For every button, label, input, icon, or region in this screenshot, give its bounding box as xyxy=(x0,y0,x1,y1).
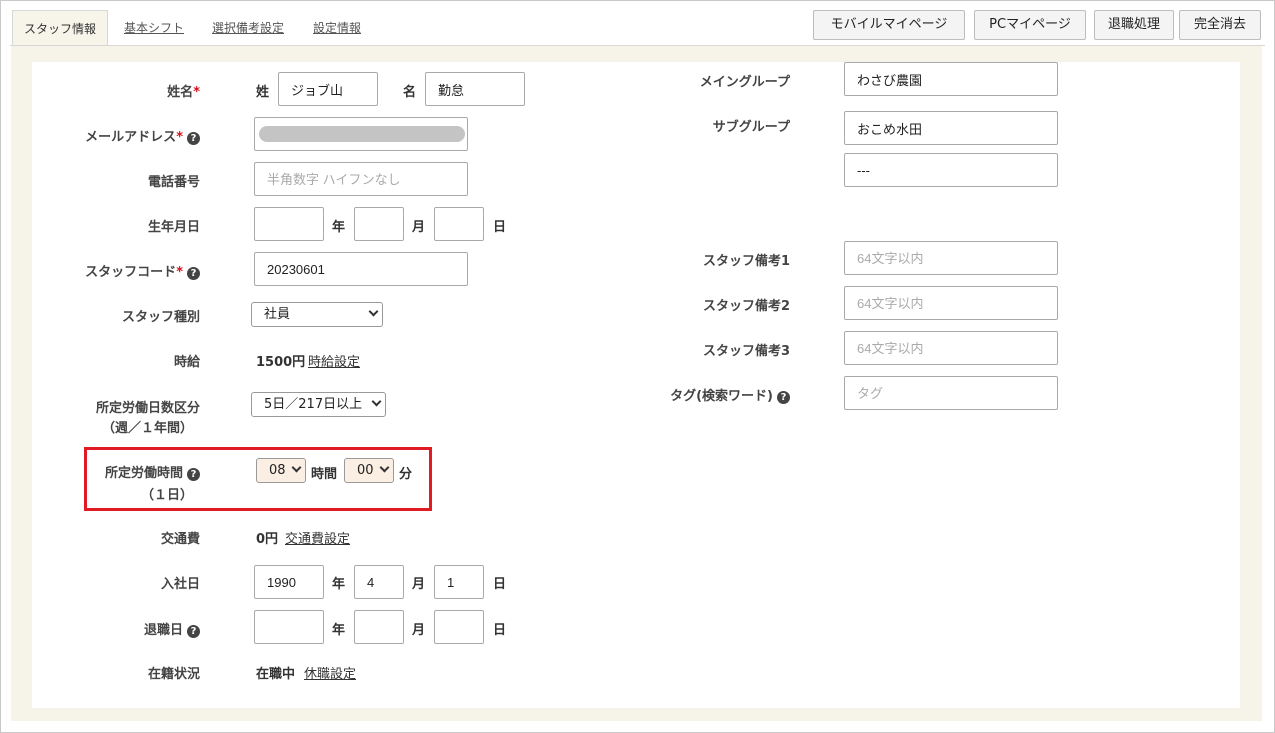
status-label: 在籍状況 xyxy=(147,667,200,682)
note1-label: スタッフ備考1 xyxy=(702,254,790,269)
staff-code-field[interactable] xyxy=(254,252,468,286)
birth-month-input[interactable] xyxy=(354,207,404,241)
note3-field[interactable] xyxy=(844,331,1058,365)
tab-basic-shift[interactable]: 基本シフト xyxy=(124,10,184,46)
staff-code-label: スタッフコード*? xyxy=(85,261,200,280)
email-field[interactable] xyxy=(254,117,468,151)
month-unit: 月 xyxy=(412,623,426,638)
tab-select-notes[interactable]: 選択備考設定 xyxy=(212,10,284,46)
note2-field[interactable] xyxy=(844,286,1058,320)
leave-settings-link[interactable]: 休職設定 xyxy=(304,663,356,682)
leave-date-label: 退職日? xyxy=(144,619,200,638)
name-label: 姓名* xyxy=(167,85,200,100)
birth-label: 生年月日 xyxy=(147,220,200,235)
note2-label: スタッフ備考2 xyxy=(702,299,790,314)
work-days-label: 所定労働日数区分 xyxy=(95,401,200,416)
transport-label: 交通費 xyxy=(160,532,200,547)
staff-type-select[interactable]: 社員 xyxy=(251,302,383,327)
main-group-label: メイングループ xyxy=(699,75,790,90)
sub-group-field-2[interactable] xyxy=(844,153,1058,187)
transport-value: 0円 xyxy=(256,532,279,547)
form-panel xyxy=(32,62,1240,708)
tag-label: タグ(検索ワード)? xyxy=(670,385,790,404)
year-unit: 年 xyxy=(332,623,346,638)
status-value: 在職中 xyxy=(256,667,296,682)
highlight-box xyxy=(84,447,432,511)
join-date-label: 入社日 xyxy=(160,577,200,592)
transport-settings-link[interactable]: 交通費設定 xyxy=(285,528,350,547)
birth-year-input[interactable] xyxy=(254,207,324,241)
note3-label: スタッフ備考3 xyxy=(702,344,790,359)
year-unit: 年 xyxy=(332,577,346,592)
main-group-field[interactable] xyxy=(844,62,1058,96)
chevron-down-icon xyxy=(371,396,382,407)
first-name-input[interactable] xyxy=(425,72,525,106)
leave-month-input[interactable] xyxy=(354,610,404,644)
work-days-sublabel: （週／１年間） xyxy=(101,421,193,436)
retire-button[interactable]: 退職処理 xyxy=(1094,10,1174,40)
help-icon[interactable]: ? xyxy=(187,132,200,145)
help-icon[interactable]: ? xyxy=(187,625,200,638)
day-unit: 日 xyxy=(493,623,507,638)
phone-field[interactable] xyxy=(254,162,468,196)
hourly-value: 1500円 xyxy=(256,355,306,370)
note1-field[interactable] xyxy=(844,241,1058,275)
phone-label: 電話番号 xyxy=(147,175,200,190)
work-days-select[interactable]: 5日／217日以上 xyxy=(251,392,386,417)
email-label: メールアドレス*? xyxy=(85,126,200,145)
pc-mypage-button[interactable]: PCマイページ xyxy=(974,10,1086,40)
birth-day-input[interactable] xyxy=(434,207,484,241)
staff-type-label: スタッフ種別 xyxy=(121,310,200,325)
help-icon[interactable]: ? xyxy=(777,391,790,404)
first-name-label: 名 xyxy=(403,85,417,100)
tab-settings[interactable]: 設定情報 xyxy=(313,10,361,46)
delete-button[interactable]: 完全消去 xyxy=(1179,10,1261,40)
year-unit: 年 xyxy=(332,220,346,235)
last-name-label: 姓 xyxy=(256,85,270,100)
sub-group-field-1[interactable] xyxy=(844,111,1058,145)
tab-divider xyxy=(10,45,1265,46)
leave-day-input[interactable] xyxy=(434,610,484,644)
month-unit: 月 xyxy=(412,577,426,592)
chevron-down-icon xyxy=(368,306,379,317)
tab-staff-info[interactable]: スタッフ情報 xyxy=(12,10,109,46)
day-unit: 日 xyxy=(493,220,507,235)
day-unit: 日 xyxy=(493,577,507,592)
join-year-input[interactable] xyxy=(254,565,324,599)
join-day-input[interactable] xyxy=(434,565,484,599)
leave-year-input[interactable] xyxy=(254,610,324,644)
sub-group-label: サブグループ xyxy=(712,120,790,135)
join-month-input[interactable] xyxy=(354,565,404,599)
month-unit: 月 xyxy=(412,220,426,235)
mobile-mypage-button[interactable]: モバイルマイページ xyxy=(813,10,965,40)
hourly-settings-link[interactable]: 時給設定 xyxy=(308,351,360,370)
redacted-email xyxy=(259,126,465,142)
tag-field[interactable] xyxy=(844,376,1058,410)
hourly-label: 時給 xyxy=(173,355,200,370)
help-icon[interactable]: ? xyxy=(187,267,200,280)
last-name-input[interactable] xyxy=(278,72,378,106)
